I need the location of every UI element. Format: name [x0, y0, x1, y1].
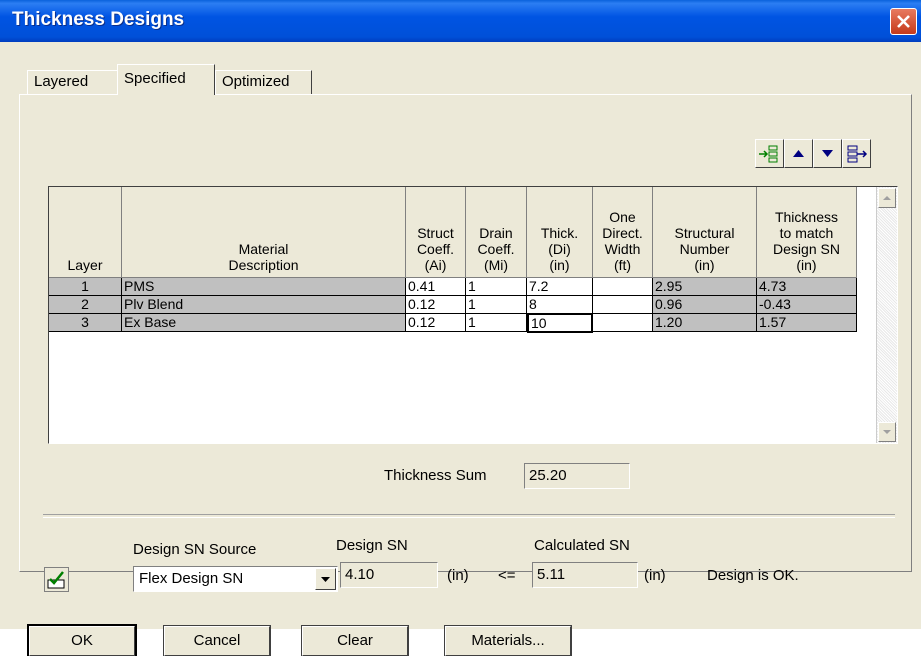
- tab-optimized[interactable]: Optimized: [215, 70, 312, 94]
- cell-thickness-match: -0.43: [757, 296, 857, 314]
- header-width[interactable]: One Direct. Width (ft): [593, 187, 653, 278]
- scroll-down-icon: [883, 430, 891, 434]
- header-thickness[interactable]: Thick. (Di) (in): [527, 187, 593, 278]
- cell-drain-coeff[interactable]: 1: [466, 314, 527, 332]
- header-layer[interactable]: Layer: [49, 187, 122, 278]
- cell-material[interactable]: Ex Base: [122, 314, 406, 332]
- design-sn-source-label: Design SN Source: [133, 541, 257, 558]
- title-bar[interactable]: Thickness Designs: [0, 0, 921, 42]
- cell-struct-coeff[interactable]: 0.41: [406, 278, 466, 296]
- cell-thickness[interactable]: 7.2: [527, 278, 593, 296]
- thickness-sum-field: 25.20: [524, 463, 630, 489]
- vertical-scrollbar[interactable]: [876, 187, 897, 443]
- calculated-sn-label: Calculated SN: [534, 537, 630, 554]
- cell-thickness-match: 4.73: [757, 278, 857, 296]
- move-up-button[interactable]: [784, 139, 813, 168]
- header-drain-coeff[interactable]: Drain Coeff. (Mi): [466, 187, 527, 278]
- design-sn-source-value: Flex Design SN: [139, 570, 244, 587]
- ok-button[interactable]: OK: [27, 624, 137, 656]
- cancel-button[interactable]: Cancel: [163, 625, 271, 656]
- header-struct-coeff[interactable]: Struct Coeff. (Ai): [406, 187, 466, 278]
- cell-drain-coeff[interactable]: 1: [466, 278, 527, 296]
- cell-struct-coeff[interactable]: 0.12: [406, 314, 466, 332]
- dropdown-button[interactable]: [315, 568, 336, 590]
- check-design-icon: [47, 571, 65, 589]
- thickness-sum-label: Thickness Sum: [384, 467, 487, 484]
- move-down-icon: [822, 150, 833, 157]
- tab-optimized-label: Optimized: [222, 73, 290, 90]
- divider: [43, 514, 895, 518]
- dialog-window: Thickness Designs Layered Specified Opti…: [0, 0, 921, 656]
- append-row-button[interactable]: [842, 139, 871, 168]
- header-thickness-match[interactable]: Thickness to match Design SN (in): [757, 187, 857, 278]
- scroll-down-button[interactable]: [878, 422, 896, 442]
- cell-thickness[interactable]: 8: [527, 296, 593, 314]
- dialog-body: Layered Specified Optimized Layer Materi…: [3, 42, 918, 656]
- cell-width[interactable]: [593, 314, 653, 332]
- comparator-symbol: <=: [498, 567, 516, 584]
- move-down-button[interactable]: [813, 139, 842, 168]
- design-sn-unit: (in): [447, 567, 469, 584]
- design-status-text: Design is OK.: [707, 567, 799, 584]
- cell-material[interactable]: PMS: [122, 278, 406, 296]
- tab-specified[interactable]: Specified: [117, 64, 215, 95]
- tab-layered[interactable]: Layered: [27, 70, 118, 94]
- cell-structural-number: 0.96: [653, 296, 757, 314]
- layers-grid[interactable]: Layer Material Description Struct Coeff.…: [48, 186, 898, 444]
- cell-thickness-selected[interactable]: 10: [527, 313, 593, 333]
- window-title: Thickness Designs: [12, 9, 185, 30]
- header-structural-number[interactable]: Structural Number (in): [653, 187, 757, 278]
- move-up-icon: [793, 150, 804, 157]
- tab-specified-label: Specified: [124, 70, 186, 87]
- cell-thickness-match: 1.57: [757, 314, 857, 332]
- cell-structural-number: 2.95: [653, 278, 757, 296]
- append-row-icon: [847, 145, 868, 163]
- scroll-up-button[interactable]: [878, 188, 896, 208]
- materials-button[interactable]: Materials...: [444, 625, 572, 656]
- close-icon: [897, 15, 910, 28]
- clear-button[interactable]: Clear: [301, 625, 409, 656]
- cell-width[interactable]: [593, 296, 653, 314]
- close-button[interactable]: [890, 8, 917, 35]
- cell-structural-number: 1.20: [653, 314, 757, 332]
- insert-row-button[interactable]: [755, 139, 784, 168]
- design-sn-label: Design SN: [336, 537, 408, 554]
- design-sn-field: 4.10: [340, 562, 438, 588]
- design-sn-source-select[interactable]: Flex Design SN: [133, 566, 338, 592]
- cell-layer: 1: [49, 278, 122, 296]
- header-material[interactable]: Material Description: [122, 187, 406, 278]
- insert-row-icon: [759, 145, 778, 163]
- calculated-sn-field: 5.11: [532, 562, 638, 588]
- cell-width[interactable]: [593, 278, 653, 296]
- calculated-sn-unit: (in): [644, 567, 666, 584]
- tab-layered-label: Layered: [34, 73, 89, 90]
- cell-material[interactable]: Plv Blend: [122, 296, 406, 314]
- cell-struct-coeff[interactable]: 0.12: [406, 296, 466, 314]
- scroll-up-icon: [883, 196, 891, 200]
- check-design-button[interactable]: [44, 567, 69, 592]
- chevron-down-icon: [321, 577, 330, 582]
- cell-layer: 3: [49, 314, 122, 332]
- cell-drain-coeff[interactable]: 1: [466, 296, 527, 314]
- cell-layer: 2: [49, 296, 122, 314]
